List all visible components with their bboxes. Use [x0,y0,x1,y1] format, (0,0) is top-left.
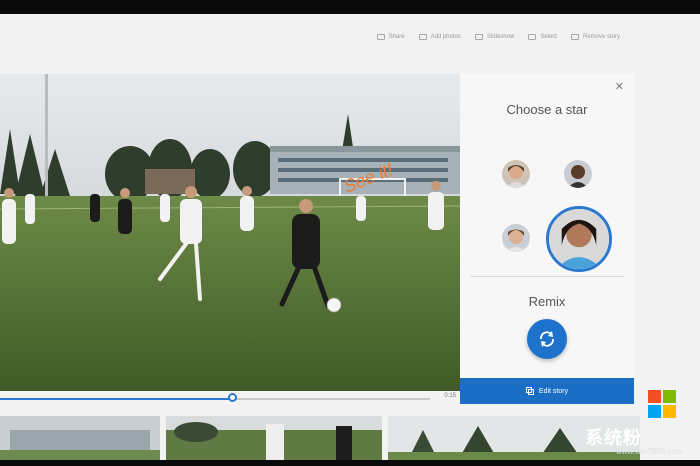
remove-story-icon [570,34,579,40]
add-photos-icon [418,34,427,40]
time-label: 0:15 [444,393,456,399]
panel-title: Choose a star [506,102,588,117]
remix-button[interactable] [527,319,567,359]
playback-timeline: 0:15 [0,392,460,414]
panel-divider [470,276,624,277]
slideshow-button[interactable]: Slideshow [474,34,514,40]
film-thumbnail-1[interactable] [0,416,160,460]
filmstrip [0,416,640,460]
photos-app-window: Share Add photos Slideshow Select Remove… [0,14,700,460]
soccer-scene-image [0,74,460,391]
ink-annotation: See it! [341,159,396,196]
star-avatar-3[interactable] [502,224,530,252]
slideshow-icon [474,34,483,40]
choose-star-panel: ✕ Choose a star Remix Edit story [460,74,634,404]
ink-annotation-text: See it! [341,159,396,196]
edit-story-button[interactable]: Edit story [460,378,634,404]
film-thumbnail-2[interactable] [166,416,382,460]
seek-bar-progress [0,398,233,400]
windows-logo [648,390,676,418]
select-icon [528,34,537,40]
seek-bar[interactable] [0,393,430,402]
star-avatar-2[interactable] [564,160,592,188]
share-button[interactable]: Share [376,34,405,40]
star-avatar-1[interactable] [502,160,530,188]
refresh-icon [540,331,554,347]
seek-thumb[interactable] [228,393,238,402]
watermark-url: www.win7999.com [616,447,683,456]
remix-label: Remix [528,294,566,309]
top-toolbar: Share Add photos Slideshow Select Remove… [0,14,640,66]
share-icon [376,34,385,40]
add-photos-button[interactable]: Add photos [418,34,461,40]
video-player[interactable]: See it! [0,74,460,391]
toolbar-actions: Share Add photos Slideshow Select Remove… [376,34,620,40]
star-avatar-selected[interactable] [546,206,612,272]
select-button[interactable]: Select [528,34,557,40]
edit-story-icon [525,387,534,395]
close-icon[interactable]: ✕ [615,80,624,93]
remove-story-button[interactable]: Remove story [570,34,620,40]
